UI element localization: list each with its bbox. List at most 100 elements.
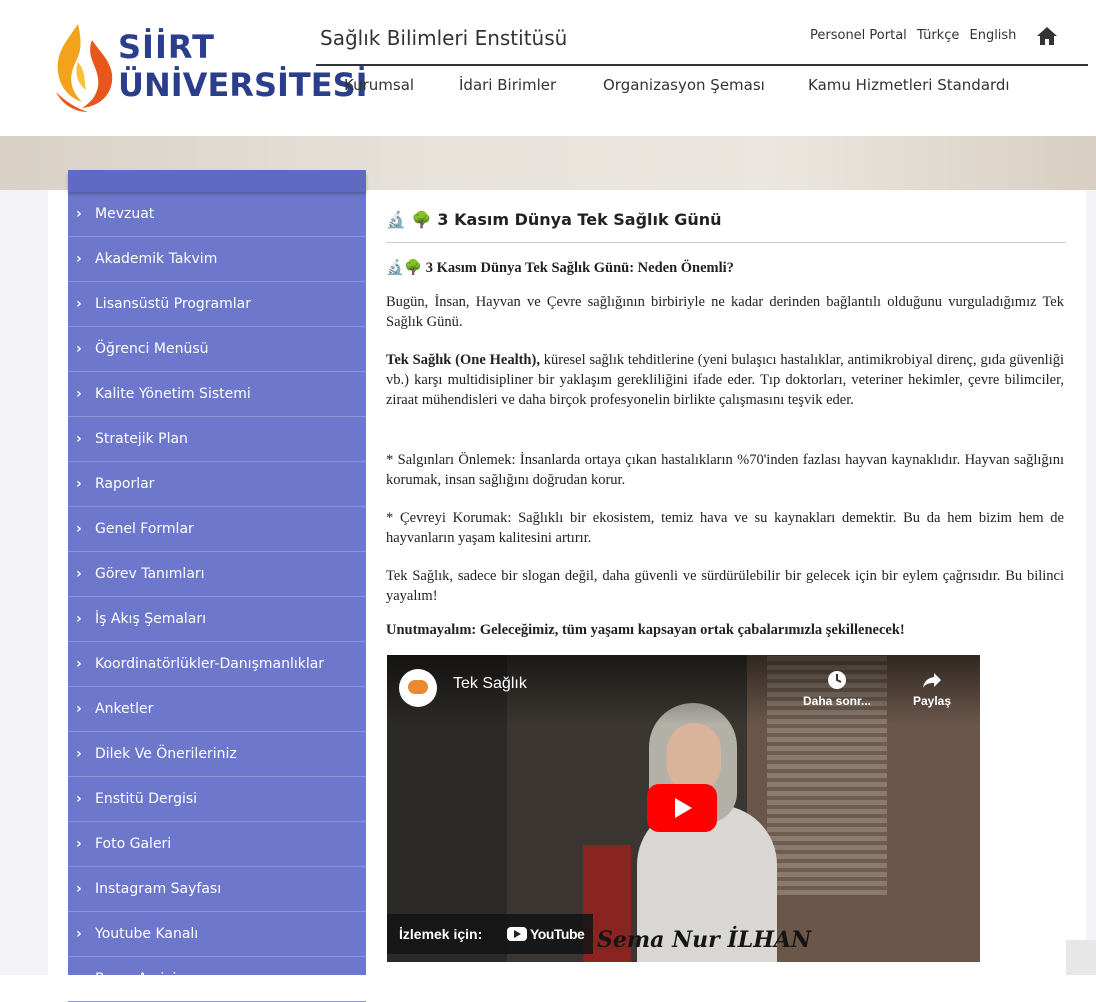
sidebar-item-label: Stratejik Plan [95, 431, 188, 447]
site-header: SİİRT ÜNİVERSİTESİ Sağlık Bilimleri Enst… [0, 0, 1096, 136]
watch-later-label: Daha sonr... [802, 694, 872, 708]
sidebar-item[interactable]: › Öğrenci Menüsü [68, 327, 366, 372]
sidebar-item-label: Lisansüstü Programlar [95, 296, 252, 312]
paragraph-4: * Çevreyi Korumak: Sağlıklı bir ekosiste… [386, 510, 1064, 546]
logo-line-1: SİİRT [118, 28, 215, 66]
share-arrow-icon [923, 673, 941, 688]
site-title[interactable]: Sağlık Bilimleri Enstitüsü [320, 26, 567, 50]
paragraph-5: Tek Sağlık, sadece bir slogan değil, dah… [386, 568, 1064, 604]
chevron-right-icon: › [76, 881, 82, 897]
sidebar-item-label: Basın Arşivi [95, 971, 177, 987]
paragraph-3: * Salgınları Önlemek: İnsanlarda ortaya … [386, 452, 1064, 488]
article-title-text: 3 Kasım Dünya Tek Sağlık Günü [437, 210, 722, 229]
sidebar-item[interactable]: › Dilek Ve Önerileriniz [68, 732, 366, 777]
nav-kamu-hizmetleri-standardi[interactable]: Kamu Hizmetleri Standardı [808, 76, 1010, 94]
sidebar-item-label: Görev Tanımları [95, 566, 205, 582]
chevron-right-icon: › [76, 836, 82, 852]
sidebar-item[interactable]: › Foto Galeri [68, 822, 366, 867]
sidebar-item-label: Dilek Ve Önerileriniz [95, 746, 237, 762]
sidebar-item[interactable]: › Kalite Yönetim Sistemi [68, 372, 366, 417]
chevron-right-icon: › [76, 566, 82, 582]
share-button[interactable]: Paylaş [892, 669, 972, 708]
sidebar-item[interactable]: › İş Akış Şemaları [68, 597, 366, 642]
nav-organizasyon-semasi[interactable]: Organizasyon Şeması [603, 76, 765, 94]
sidebar-item-label: Kalite Yönetim Sistemi [95, 386, 251, 402]
sidebar-item-label: Koordinatörlükler-Danışmanlıklar [95, 656, 325, 672]
sidebar-item[interactable]: › Genel Formlar [68, 507, 366, 552]
sidebar-item[interactable]: › Koordinatörlükler-Danışmanlıklar [68, 642, 366, 687]
sidebar-item[interactable]: › Görev Tanımları [68, 552, 366, 597]
clock-icon [828, 671, 846, 689]
paragraph-1: Bugün, İnsan, Hayvan ve Çevre sağlığının… [386, 294, 1064, 330]
one-health-term: Tek Sağlık (One Health), [386, 352, 540, 368]
sidebar-item[interactable]: › Instagram Sayfası [68, 867, 366, 912]
sidebar-item[interactable]: › Akademik Takvim [68, 237, 366, 282]
microscope-tree-icon: 🔬 🌳 [386, 210, 432, 229]
chevron-right-icon: › [76, 386, 82, 402]
channel-avatar[interactable] [399, 669, 437, 707]
sidebar-item[interactable]: › Enstitü Dergisi [68, 777, 366, 822]
article-title: 🔬 🌳 3 Kasım Dünya Tek Sağlık Günü [386, 210, 722, 229]
article-subtitle: 🔬🌳 3 Kasım Dünya Tek Sağlık Günü: Neden … [386, 258, 1064, 278]
sidebar-item[interactable]: › Mevzuat [68, 192, 366, 237]
nav-idari-birimler[interactable]: İdari Birimler [459, 76, 556, 94]
youtube-wordmark: YouTube [530, 926, 585, 942]
sidebar-item[interactable]: › Youtube Kanalı [68, 912, 366, 957]
chevron-right-icon: › [76, 791, 82, 807]
paragraph-6: Unutmayalım: Geleceğimiz, tüm yaşamı kap… [386, 622, 905, 638]
top-links: Personel Portal Türkçe English [810, 28, 1022, 43]
chevron-right-icon: › [76, 701, 82, 717]
sidebar-item-label: İş Akış Şemaları [95, 611, 207, 627]
sidebar-item-label: Instagram Sayfası [95, 881, 222, 897]
chevron-right-icon: › [76, 611, 82, 627]
chevron-right-icon: › [76, 656, 82, 672]
chevron-right-icon: › [76, 251, 82, 267]
paragraph-2: Tek Sağlık (One Health), küresel sağlık … [386, 350, 1064, 410]
chevron-right-icon: › [76, 971, 82, 987]
sidebar-item-label: Youtube Kanalı [95, 926, 199, 942]
sidebar-item-label: Öğrenci Menüsü [95, 341, 209, 357]
header-divider [316, 64, 1088, 66]
turkish-language-link[interactable]: Türkçe [917, 28, 959, 43]
chevron-right-icon: › [76, 296, 82, 312]
sidebar-item-label: Enstitü Dergisi [95, 791, 198, 807]
chevron-right-icon: › [76, 341, 82, 357]
logo-line-2: ÜNİVERSİTESİ [118, 66, 368, 104]
sidebar-item-label: Foto Galeri [95, 836, 172, 852]
chevron-right-icon: › [76, 521, 82, 537]
play-button[interactable] [647, 784, 717, 832]
video-signature-caption: Sema Nur İLHAN [597, 927, 812, 953]
personel-portal-link[interactable]: Personel Portal [810, 28, 907, 43]
nav-kurumsal[interactable]: Kurumsal [344, 76, 414, 94]
sidebar-item[interactable]: › Raporlar [68, 462, 366, 507]
microscope-tree-icon: 🔬🌳 [386, 260, 423, 276]
sidebar-item[interactable]: › Basın Arşivi [68, 957, 366, 1002]
sidebar: › Mevzuat › Akademik Takvim › Lisansüstü Prog… [68, 170, 366, 1002]
scroll-to-top-area[interactable] [1066, 940, 1096, 975]
sidebar-item-label: Mevzuat [95, 206, 155, 222]
sidebar-item-label: Anketler [95, 701, 154, 717]
sidebar-item[interactable]: › Lisansüstü Programlar [68, 282, 366, 327]
video-thumbnail-person [667, 723, 721, 793]
home-icon[interactable] [1036, 26, 1058, 46]
sidebar-item[interactable]: › Anketler [68, 687, 366, 732]
video-title[interactable]: Tek Sağlık [453, 675, 527, 693]
english-language-link[interactable]: English [969, 28, 1016, 43]
chevron-right-icon: › [76, 431, 82, 447]
chevron-right-icon: › [76, 206, 82, 222]
youtube-icon [507, 927, 527, 941]
watch-later-button[interactable]: Daha sonr... [797, 669, 877, 708]
youtube-video-embed[interactable]: Tek Sağlık Daha sonr... Paylaş İzlemek i… [387, 655, 980, 962]
sidebar-item[interactable]: › Stratejik Plan [68, 417, 366, 462]
sidebar-item-label: Genel Formlar [95, 521, 194, 537]
flame-logo-icon [56, 24, 113, 112]
sidebar-item-label: Raporlar [95, 476, 155, 492]
university-logo[interactable]: SİİRT ÜNİVERSİTESİ [48, 22, 368, 114]
play-icon [675, 798, 692, 818]
sidebar-header [68, 170, 366, 192]
watch-on-youtube-button[interactable]: İzlemek için: YouTube [387, 914, 593, 954]
chevron-right-icon: › [76, 746, 82, 762]
watch-on-label: İzlemek için: [399, 926, 483, 942]
chevron-right-icon: › [76, 926, 82, 942]
article-subtitle-text: 3 Kasım Dünya Tek Sağlık Günü: Neden Öne… [425, 260, 734, 276]
